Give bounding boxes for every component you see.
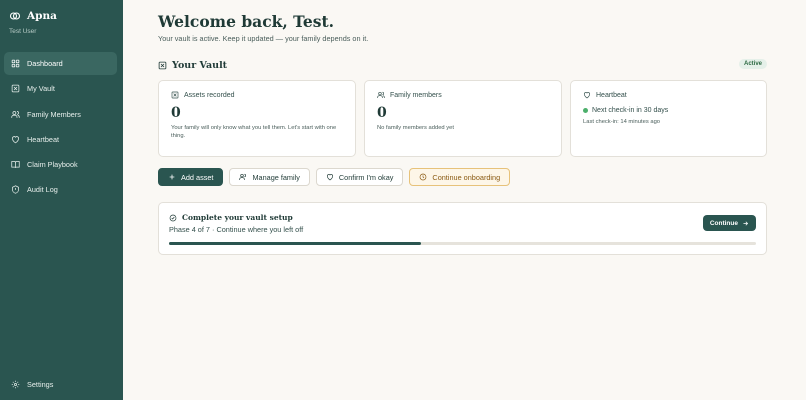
heartbeat-card-label: Heartbeat [596,91,627,99]
check-circle-icon [169,214,177,221]
vault-icon [158,61,167,69]
sidebar-item-dashboard[interactable]: Dashboard [4,52,117,75]
vault-title: Your Vault [172,59,228,71]
action-bar: Add asset Manage family Confirm I'm okay… [158,168,511,186]
sidebar-item-label: Family Members [27,109,81,119]
assets-count: 0 [171,105,181,121]
plus-icon [169,174,175,180]
users-icon [239,173,247,180]
clock-icon [420,173,427,181]
assets-card[interactable]: Assets recorded 0 Your family will only … [158,80,356,157]
continue-button[interactable]: Continue [702,215,756,231]
sidebar-item-label: My Vault [27,84,55,94]
sidebar-item-audit-log[interactable]: Audit Log [4,178,117,201]
heart-icon [12,136,19,144]
add-asset-button[interactable]: Add asset [158,168,224,186]
continue-onboarding-button[interactable]: Continue onboarding [409,168,511,186]
add-asset-label: Add asset [181,172,214,182]
sidebar-item-claim-playbook[interactable]: Claim Playbook [4,153,117,176]
vault-section-header: Your Vault Active [158,58,767,72]
family-count: 0 [377,105,387,121]
setup-subtitle: Phase 4 of 7 · Continue where you left o… [169,225,304,234]
users-icon [377,91,385,98]
status-badge: Active [738,59,767,69]
sidebar-item-settings[interactable]: Settings [4,373,117,396]
vault-icon [11,85,20,93]
sidebar-item-heartbeat[interactable]: Heartbeat [4,128,117,151]
page-title: Welcome back, Test. [158,12,335,31]
sidebar: Apna Test User Dashboard My Vault Family… [0,0,123,400]
heartbeat-card[interactable]: Heartbeat Next check-in in 30 days Last … [570,80,767,157]
arrow-right-icon [743,220,749,226]
heart-icon [326,174,333,181]
sidebar-item-family-members[interactable]: Family Members [4,103,117,126]
setup-card: Complete your vault setup Phase 4 of 7 ·… [158,202,767,255]
user-name: Test User [9,28,37,35]
grid-icon [11,59,20,68]
manage-family-label: Manage family [252,172,300,182]
continue-label: Continue [709,219,738,227]
manage-family-button[interactable]: Manage family [229,168,310,186]
brand[interactable]: Apna [9,10,57,22]
confirm-okay-label: Confirm I'm okay [338,172,394,182]
logo-icon [9,12,21,20]
assets-description: Your family will only know what you tell… [171,125,337,139]
next-checkin: Next check-in in 30 days [592,107,669,114]
app-name: Apna [27,10,57,22]
sidebar-item-my-vault[interactable]: My Vault [4,77,117,100]
family-description: No family members added yet [377,125,455,131]
sidebar-item-label: Settings [27,380,54,389]
page-subtitle: Your vault is active. Keep it updated — … [158,34,369,43]
confirm-okay-button[interactable]: Confirm I'm okay [315,168,404,186]
sidebar-item-label: Audit Log [27,185,58,195]
sidebar-item-label: Dashboard [27,59,63,68]
vault-icon [171,91,179,99]
continue-onboarding-label: Continue onboarding [432,172,501,182]
sidebar-item-label: Heartbeat [27,134,60,144]
sidebar-nav: Dashboard My Vault Family Members Heartb… [4,52,117,204]
gear-icon [11,380,20,389]
sidebar-item-label: Claim Playbook [27,160,78,170]
progress-fill [169,242,422,245]
heart-icon [584,92,590,99]
shield-icon [12,185,19,195]
progress-bar [169,242,756,245]
family-card-label: Family members [390,91,442,99]
family-card[interactable]: Family members 0 No family members added… [364,80,562,157]
status-dot [583,108,588,113]
setup-title: Complete your vault setup [182,213,293,222]
users-icon [11,110,20,118]
book-icon [11,161,20,169]
assets-card-label: Assets recorded [184,91,235,99]
last-checkin: Last check-in: 14 minutes ago [583,119,661,125]
